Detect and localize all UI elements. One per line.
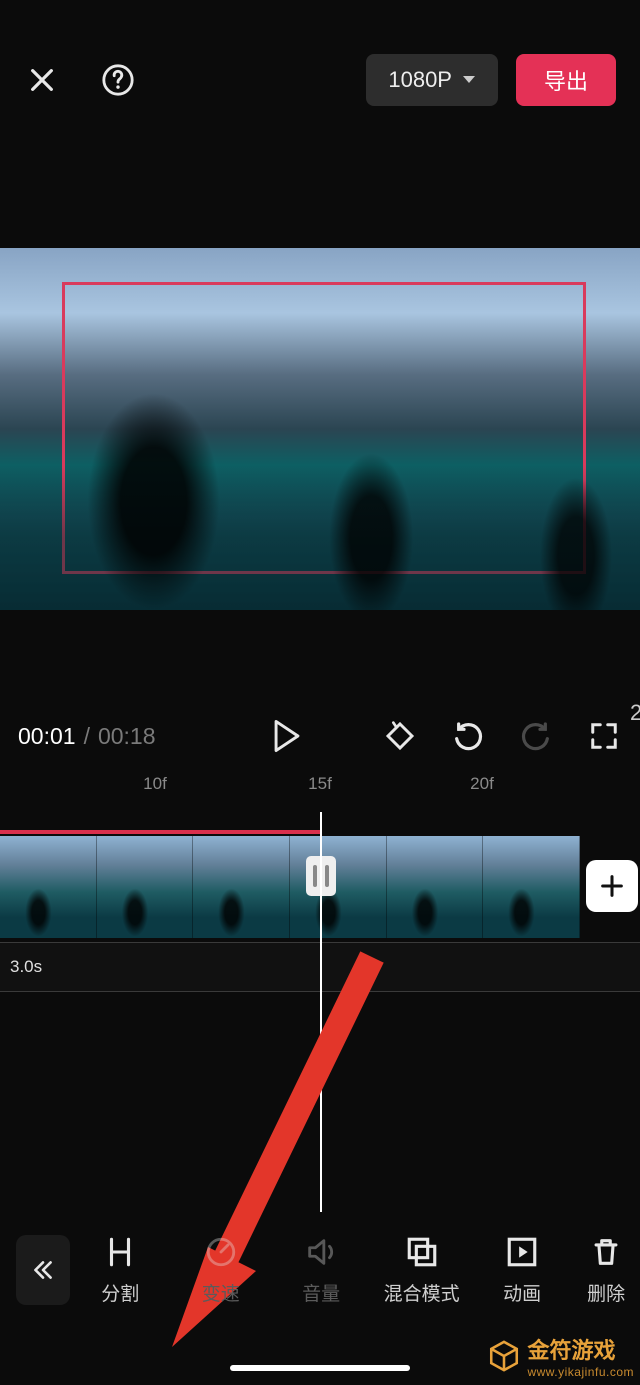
clip-thumbnail[interactable]: [97, 836, 194, 938]
tool-list: 分割 变速 音量 混合模式 动画 删除: [70, 1235, 640, 1306]
clip-thumbnail[interactable]: [193, 836, 290, 938]
add-clip-button[interactable]: [586, 860, 638, 912]
tool-speed[interactable]: 变速: [170, 1235, 270, 1306]
tool-blend[interactable]: 混合模式: [371, 1235, 471, 1306]
track-duration-label: 3.0s: [10, 957, 42, 977]
chevron-down-icon: [462, 75, 476, 85]
cube-icon: [487, 1339, 521, 1373]
right-edge-label: 2: [630, 700, 640, 726]
close-button[interactable]: [24, 62, 60, 98]
tool-volume[interactable]: 音量: [271, 1235, 371, 1306]
tool-animation[interactable]: 动画: [472, 1235, 572, 1306]
redo-button[interactable]: [518, 718, 554, 754]
play-button[interactable]: [262, 711, 312, 761]
clip-thumbnail[interactable]: [387, 836, 484, 938]
volume-icon: [304, 1235, 338, 1269]
animation-icon: [505, 1235, 539, 1269]
close-icon: [26, 64, 58, 96]
help-icon: [101, 63, 135, 97]
tool-label: 动画: [503, 1279, 541, 1306]
watermark-title: 金符游戏: [527, 1338, 615, 1363]
split-icon: [103, 1235, 137, 1269]
time-separator: /: [84, 723, 90, 750]
undo-icon: [452, 720, 484, 752]
edit-toolbar: 分割 变速 音量 混合模式 动画 删除: [0, 1215, 640, 1325]
keyframe-button[interactable]: [382, 718, 418, 754]
timeline-ruler[interactable]: 10f 15f 20f: [0, 774, 640, 804]
tool-label: 音量: [302, 1279, 340, 1306]
fullscreen-icon: [589, 721, 619, 751]
play-icon: [272, 719, 302, 753]
ruler-tick: 15f: [308, 774, 332, 794]
export-button[interactable]: 导出: [516, 54, 616, 106]
timeline-segment-indicator: [0, 830, 320, 834]
header-bar: 1080P 导出: [0, 0, 640, 160]
clip-thumbnail[interactable]: [0, 836, 97, 938]
plus-icon: [598, 872, 626, 900]
tool-delete[interactable]: 删除: [572, 1235, 640, 1306]
chevron-double-left-icon: [30, 1257, 56, 1283]
undo-button[interactable]: [450, 718, 486, 754]
ruler-tick: 10f: [143, 774, 167, 794]
resolution-button[interactable]: 1080P: [366, 54, 498, 106]
playhead[interactable]: [320, 812, 322, 1212]
ruler-tick: 20f: [470, 774, 494, 794]
blend-icon: [405, 1235, 439, 1269]
tool-label: 分割: [101, 1279, 139, 1306]
clip-track[interactable]: [0, 836, 580, 938]
tool-label: 混合模式: [384, 1279, 460, 1306]
clip-thumbnail[interactable]: [483, 836, 580, 938]
export-label: 导出: [544, 64, 588, 96]
tool-split[interactable]: 分割: [70, 1235, 170, 1306]
redo-icon: [520, 720, 552, 752]
video-preview[interactable]: [0, 248, 640, 610]
home-indicator: [230, 1365, 410, 1371]
crop-rectangle[interactable]: [62, 282, 586, 574]
back-button[interactable]: [16, 1235, 70, 1305]
watermark-subtitle: www.yikajinfu.com: [527, 1365, 634, 1379]
tool-label: 删除: [587, 1279, 625, 1306]
transport-bar: 00:01 / 00:18: [0, 700, 640, 772]
resolution-label: 1080P: [388, 67, 452, 93]
keyframe-icon: [384, 720, 416, 752]
delete-icon: [589, 1235, 623, 1269]
clip-thumbnail[interactable]: [290, 836, 387, 938]
total-duration: 00:18: [98, 723, 156, 750]
current-time: 00:01: [18, 723, 76, 750]
speed-icon: [204, 1235, 238, 1269]
fullscreen-button[interactable]: [586, 718, 622, 754]
help-button[interactable]: [100, 62, 136, 98]
watermark: 金符游戏 www.yikajinfu.com: [487, 1333, 634, 1379]
tool-label: 变速: [202, 1279, 240, 1306]
time-display: 00:01 / 00:18: [18, 723, 156, 750]
